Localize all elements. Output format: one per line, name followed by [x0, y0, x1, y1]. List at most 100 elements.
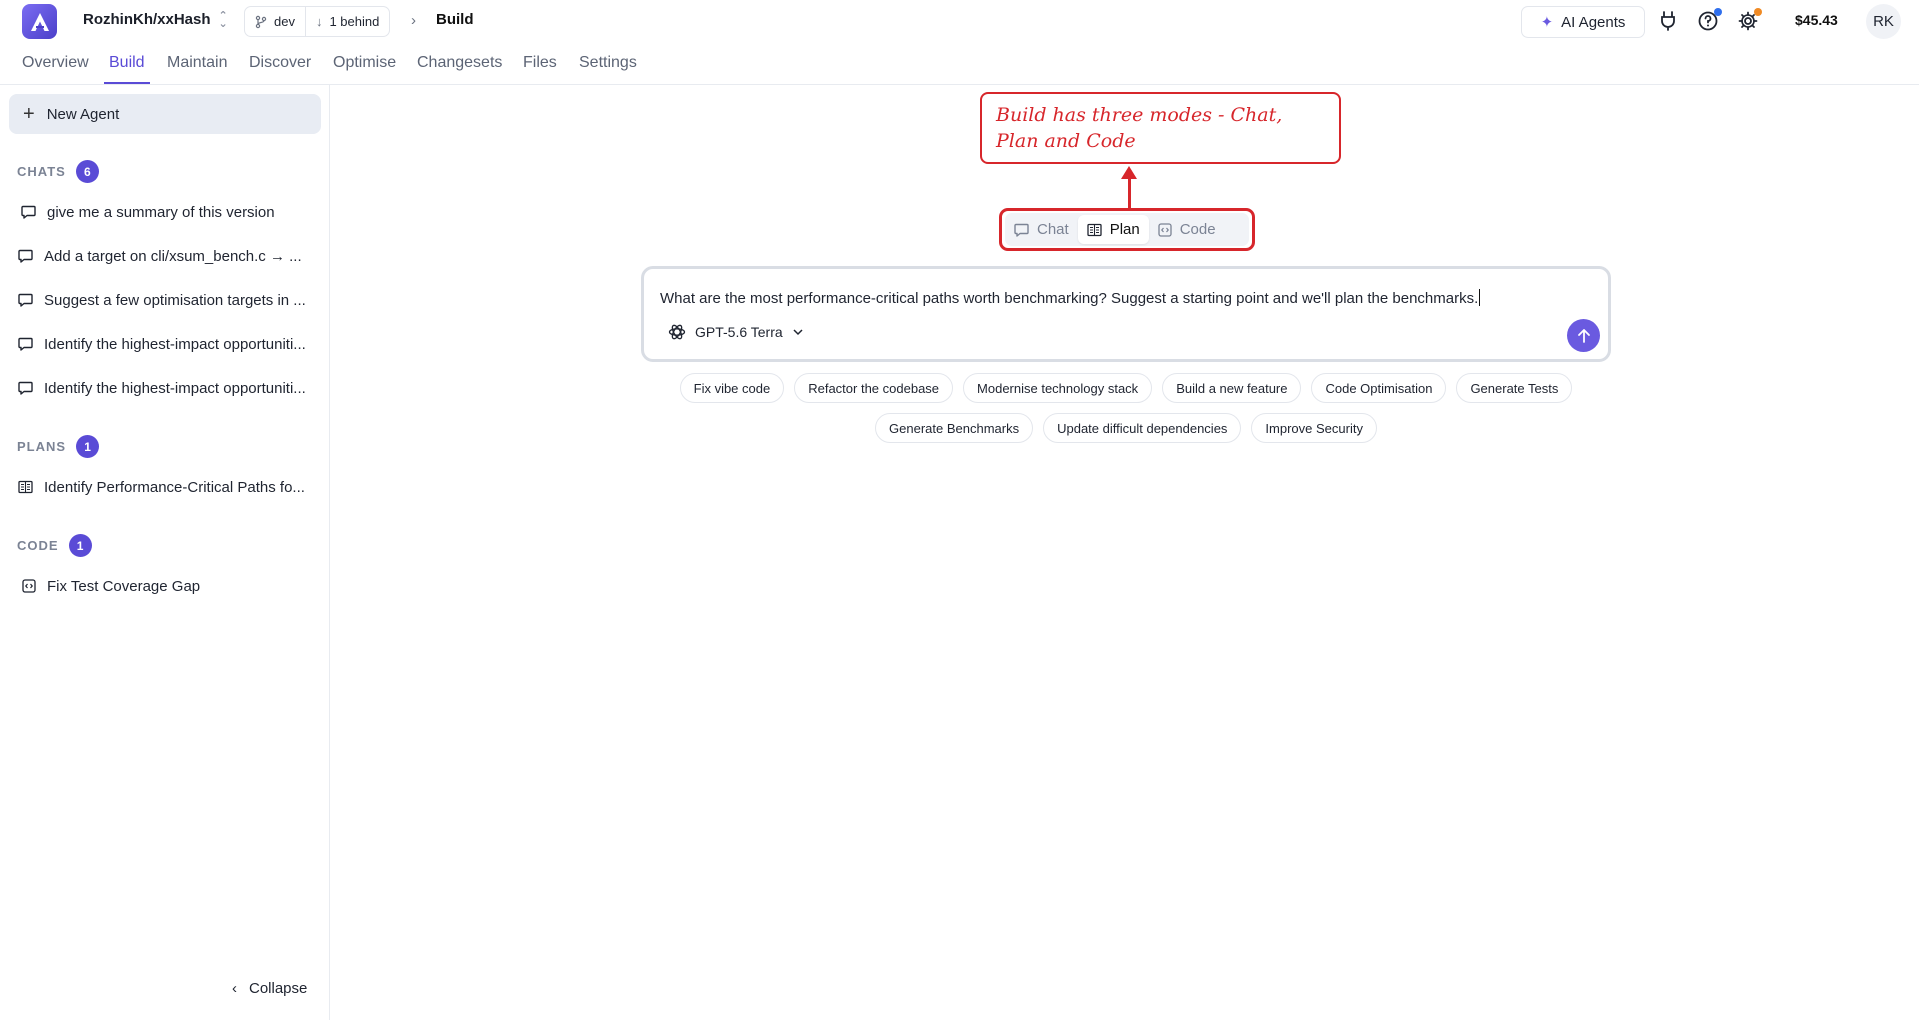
repo-selector[interactable]: RozhinKh/xxHash ⌃ ⌄ — [83, 10, 228, 29]
chat-title: Identify the highest-impact opportuniti.… — [44, 379, 306, 397]
openai-logo-icon — [668, 324, 686, 340]
breadcrumb-chevron-icon: › — [411, 12, 416, 29]
plans-section-header: PLANS 1 — [17, 435, 100, 458]
chat-item[interactable]: Suggest a few optimisation targets in ..… — [17, 285, 317, 315]
chat-bubble-icon — [1014, 223, 1029, 237]
suggestion-chip[interactable]: Modernise technology stack — [963, 373, 1153, 403]
chat-item[interactable]: Identify the highest-impact opportuniti.… — [17, 329, 317, 359]
ai-agents-button[interactable]: ✦ AI Agents — [1521, 6, 1645, 38]
prompt-input[interactable]: What are the most performance-critical p… — [660, 289, 1481, 307]
book-icon — [17, 480, 34, 494]
book-icon — [1087, 223, 1102, 236]
suggestion-chip[interactable]: Fix vibe code — [679, 373, 785, 403]
chat-bubble-icon — [17, 337, 34, 351]
mode-plan-label: Plan — [1109, 221, 1140, 238]
repo-name: RozhinKh/xxHash — [83, 11, 211, 28]
tab-build[interactable]: Build — [109, 54, 145, 72]
chats-count-badge: 6 — [75, 160, 99, 183]
suggestion-chip[interactable]: Refactor the codebase — [794, 373, 954, 403]
chats-title: CHATS — [17, 164, 66, 179]
mode-switcher: Chat Plan Code — [1005, 213, 1249, 246]
tab-changesets[interactable]: Changesets — [417, 54, 502, 72]
plug-icon[interactable] — [1657, 10, 1679, 32]
suggestion-chips: Fix vibe code Refactor the codebase Mode… — [641, 373, 1611, 443]
arrow-up-icon — [1577, 328, 1590, 343]
credit-balance: $45.43 — [1795, 12, 1838, 28]
code-title: CODE — [17, 538, 59, 553]
sidebar: + New Agent CHATS 6 give me a summary of… — [0, 85, 330, 1020]
suggestion-chip[interactable]: Generate Benchmarks — [875, 413, 1034, 443]
plus-icon: + — [23, 103, 35, 125]
chat-title: Identify the highest-impact opportuniti.… — [44, 335, 306, 353]
send-button[interactable] — [1567, 319, 1600, 352]
annotation-arrow — [1128, 176, 1131, 210]
code-task-title: Fix Test Coverage Gap — [47, 577, 201, 595]
tab-discover[interactable]: Discover — [249, 54, 311, 72]
logo-icon — [30, 12, 49, 31]
user-avatar[interactable]: RK — [1866, 4, 1901, 39]
tab-settings[interactable]: Settings — [579, 54, 637, 72]
branch-selector[interactable]: dev — [245, 7, 305, 36]
suggestion-chip[interactable]: Generate Tests — [1456, 373, 1573, 403]
new-agent-button[interactable]: + New Agent — [9, 94, 321, 134]
main-nav: Overview Build Maintain Discover Optimis… — [0, 42, 1919, 85]
app-logo[interactable] — [22, 4, 57, 39]
git-branch-icon — [255, 15, 267, 28]
plans-count-badge: 1 — [76, 435, 100, 458]
arrow-up-icon — [1121, 166, 1137, 179]
tab-files[interactable]: Files — [523, 54, 557, 72]
chevron-down-icon — [793, 329, 803, 336]
chat-bubble-icon — [17, 381, 34, 395]
mode-code-label: Code — [1179, 221, 1216, 238]
suggestion-chip[interactable]: Build a new feature — [1162, 373, 1302, 403]
code-file-icon — [1158, 222, 1172, 237]
mode-chat-label: Chat — [1037, 221, 1069, 238]
sparkle-icon: ✦ — [1540, 14, 1554, 31]
chats-section-header: CHATS 6 — [17, 160, 99, 183]
new-agent-label: New Agent — [46, 105, 120, 123]
collapse-sidebar-button[interactable]: ‹ Collapse — [232, 980, 307, 997]
plans-title: PLANS — [17, 439, 67, 454]
model-name: GPT-5.6 Terra — [695, 324, 783, 340]
code-item[interactable]: Fix Test Coverage Gap — [20, 571, 320, 601]
arrow-down-icon: ↓ — [315, 14, 323, 29]
model-selector[interactable]: GPT-5.6 Terra — [668, 323, 804, 341]
notification-dot — [1754, 8, 1762, 16]
tab-overview[interactable]: Overview — [22, 54, 89, 72]
prompt-composer[interactable]: What are the most performance-critical p… — [641, 266, 1611, 362]
suggestion-chip[interactable]: Code Optimisation — [1311, 373, 1447, 403]
chat-title: give me a summary of this version — [47, 203, 275, 221]
tab-maintain[interactable]: Maintain — [167, 54, 227, 72]
prompt-text: What are the most performance-critical p… — [660, 290, 1479, 307]
plan-title: Identify Performance-Critical Paths fo..… — [44, 478, 305, 496]
settings-icon[interactable] — [1737, 8, 1762, 32]
mode-plan[interactable]: Plan — [1077, 215, 1149, 244]
branch-status: dev ↓ 1 behind — [244, 6, 391, 37]
mode-code[interactable]: Code — [1149, 215, 1225, 244]
chat-bubble-icon — [17, 249, 34, 263]
behind-indicator[interactable]: ↓ 1 behind — [304, 7, 389, 36]
tab-optimise[interactable]: Optimise — [333, 54, 396, 72]
chat-bubble-icon — [20, 205, 37, 219]
chat-bubble-icon — [17, 293, 34, 307]
chat-item[interactable]: give me a summary of this version — [20, 197, 320, 227]
collapse-label: Collapse — [249, 980, 308, 997]
help-icon[interactable] — [1697, 8, 1722, 32]
breadcrumb-current: Build — [436, 11, 474, 28]
code-count-badge: 1 — [68, 534, 92, 557]
chat-item[interactable]: Add a target on cli/xsum_bench.c → ... — [17, 241, 317, 271]
suggestion-chip[interactable]: Update difficult dependencies — [1043, 413, 1242, 443]
code-section-header: CODE 1 — [17, 534, 92, 557]
behind-count: 1 behind — [329, 14, 380, 29]
chat-title: Add a target on cli/xsum_bench.c → ... — [44, 247, 302, 265]
chat-title: Suggest a few optimisation targets in ..… — [44, 291, 306, 309]
text-caret — [1479, 289, 1481, 306]
ai-agents-label: AI Agents — [1561, 13, 1626, 31]
annotation-callout: Build has three modes - Chat, Plan and C… — [980, 92, 1341, 164]
top-bar: RozhinKh/xxHash ⌃ ⌄ dev ↓ 1 behind › Buil… — [0, 0, 1919, 42]
plan-item[interactable]: Identify Performance-Critical Paths fo..… — [17, 472, 317, 502]
mode-chat[interactable]: Chat — [1005, 215, 1078, 244]
chat-item[interactable]: Identify the highest-impact opportuniti.… — [17, 373, 317, 403]
suggestion-chip[interactable]: Improve Security — [1251, 413, 1377, 443]
code-file-icon — [20, 579, 37, 593]
